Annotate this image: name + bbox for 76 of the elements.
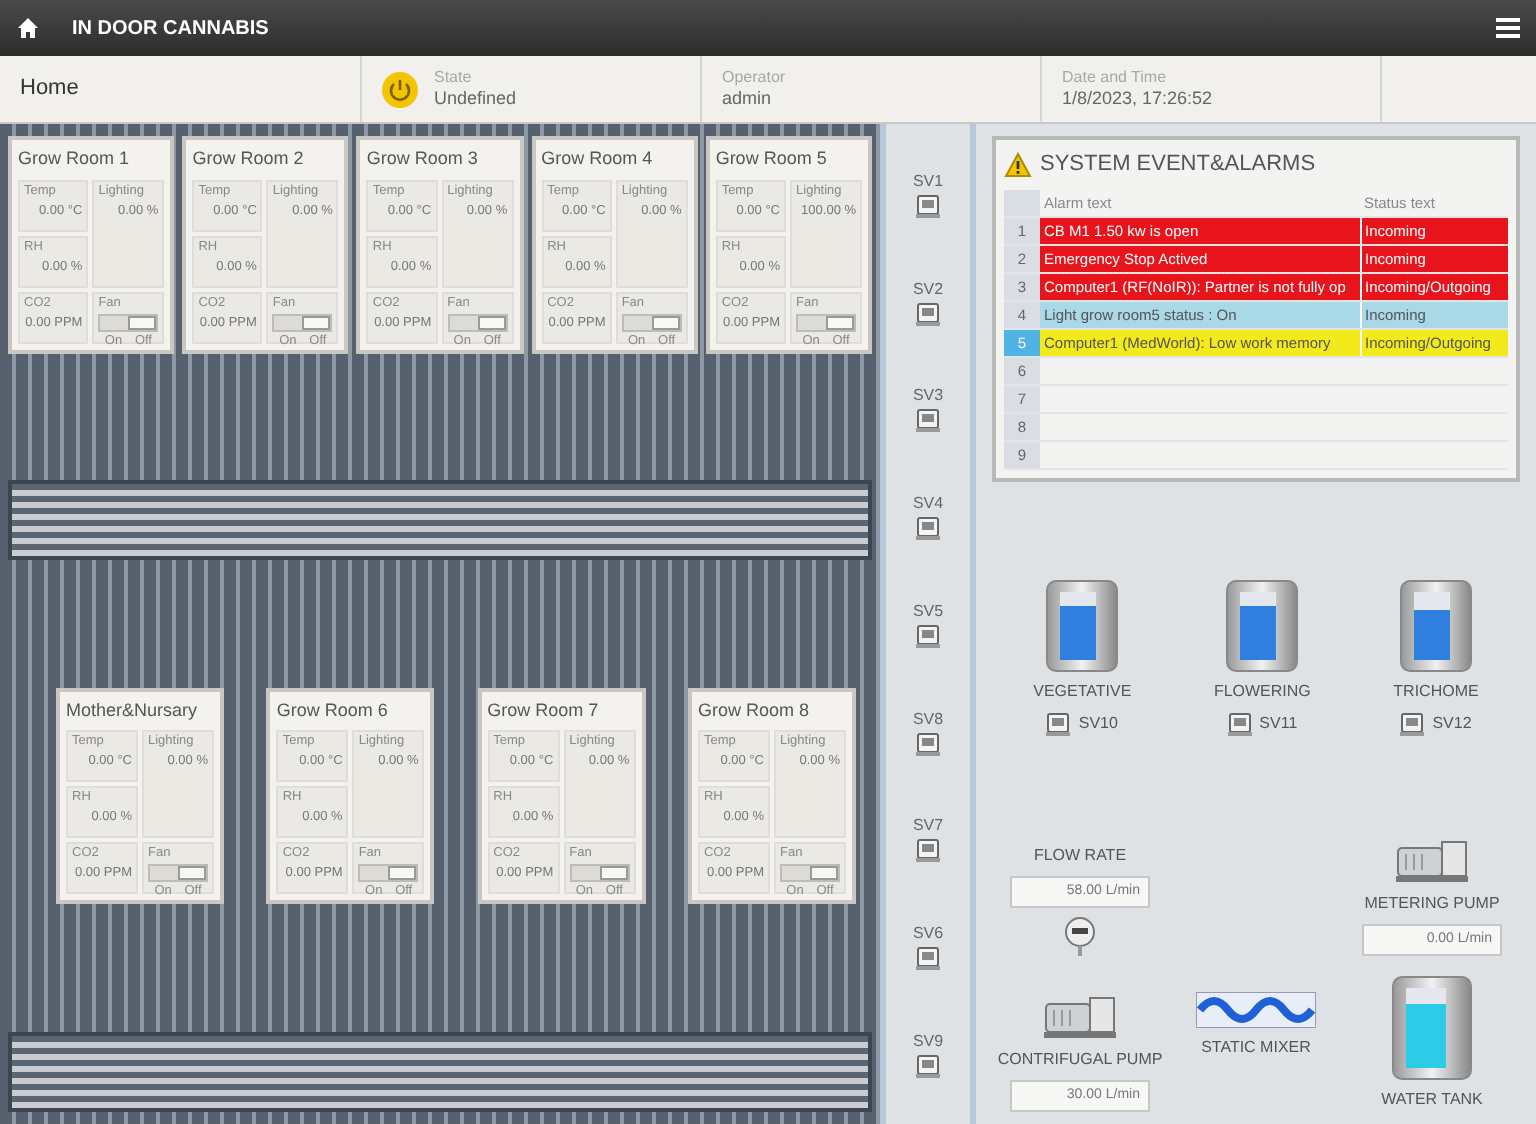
room-title: Grow Room 7: [487, 697, 601, 724]
tank-label: TRICHOME: [1393, 680, 1479, 705]
page-title: Home: [20, 74, 79, 105]
static-mixer-icon: [1196, 992, 1316, 1028]
fan-toggle[interactable]: [569, 864, 630, 883]
valve-icon[interactable]: [916, 516, 940, 541]
room-title: Grow Room 1: [18, 146, 132, 172]
pump-icon: [1044, 991, 1116, 1039]
fan-toggle[interactable]: [272, 313, 333, 332]
warning-icon: [1004, 151, 1032, 178]
valve-icon[interactable]: [916, 1054, 940, 1078]
pump-label: CONTRIFUGAL PUMP: [997, 1047, 1163, 1071]
field-label: Date and Time: [1062, 68, 1169, 88]
toggle-thumb[interactable]: [826, 315, 855, 330]
valve-label: SV9: [912, 1030, 944, 1054]
valve-label: SV8: [912, 707, 944, 732]
mixer-label: STATIC MIXER: [1201, 1036, 1311, 1060]
valve-label: SV6: [912, 922, 944, 947]
valve-label: SV10: [1078, 712, 1118, 737]
toggle-thumb[interactable]: [651, 315, 680, 330]
fan-toggle[interactable]: [98, 313, 159, 332]
toggle-thumb[interactable]: [128, 315, 157, 330]
valve-icon[interactable]: [916, 731, 940, 756]
valve-icon[interactable]: [916, 301, 940, 326]
valve-label: SV3: [912, 384, 944, 409]
toggle-thumb[interactable]: [599, 866, 628, 881]
field-value: Undefined: [434, 87, 517, 110]
room-title: Grow Room 2: [192, 146, 306, 172]
fan-toggle[interactable]: [447, 313, 508, 332]
valve-icon[interactable]: [1227, 712, 1252, 737]
valve-icon[interactable]: [916, 623, 940, 648]
valve-label: SV7: [912, 814, 944, 839]
fan-toggle[interactable]: [621, 313, 682, 332]
room-title: Grow Room 4: [541, 146, 655, 172]
flow-meter-icon: [1062, 916, 1098, 956]
room-title: Grow Room 5: [715, 146, 829, 172]
valve-icon[interactable]: [916, 408, 940, 433]
fan-toggle[interactable]: [796, 313, 857, 332]
valve-label: SV11: [1259, 712, 1298, 737]
valve-label: SV2: [912, 277, 944, 302]
room-title: Grow Room 8: [697, 697, 812, 724]
flow-rate-label: FLOW RATE: [1033, 843, 1127, 867]
valve-icon[interactable]: [1046, 712, 1071, 737]
app-title: IN DOOR CANNABIS: [72, 15, 269, 43]
field-label: Operator: [722, 68, 786, 88]
fan-toggle[interactable]: [779, 864, 840, 883]
fan-toggle[interactable]: [358, 864, 419, 883]
toggle-thumb[interactable]: [477, 315, 506, 330]
valve-label: SV4: [912, 492, 944, 517]
tank-label: WATER TANK: [1381, 1088, 1483, 1112]
valve-icon[interactable]: [1400, 712, 1425, 737]
fan-toggle[interactable]: [148, 864, 208, 883]
toggle-thumb[interactable]: [302, 315, 331, 330]
room-title: Grow Room 3: [366, 146, 480, 172]
tank-label: FLOWERING: [1213, 680, 1311, 705]
pump-icon: [1396, 835, 1468, 883]
room-title: Mother&Nursary: [66, 697, 200, 724]
valve-icon[interactable]: [916, 193, 940, 218]
tank-label: VEGETATIVE: [1033, 680, 1132, 705]
valve-label: SV1: [912, 169, 944, 194]
menu-icon[interactable]: [1496, 16, 1520, 40]
toggle-thumb[interactable]: [809, 866, 838, 881]
toggle-thumb[interactable]: [388, 866, 417, 881]
home-icon[interactable]: [16, 16, 40, 40]
valve-label: SV12: [1432, 712, 1472, 737]
room-title: Grow Room 6: [276, 697, 390, 724]
valve-label: SV5: [912, 599, 944, 624]
alarm-title: SYSTEM EVENT&ALARMS: [1040, 150, 1316, 180]
field-label: State: [434, 68, 474, 88]
valve-icon[interactable]: [916, 946, 940, 971]
field-value: admin: [722, 87, 774, 110]
pump-label: METERING PUMP: [1364, 891, 1500, 915]
field-value: 1/8/2023, 17:26:52: [1062, 87, 1213, 110]
power-icon: [382, 71, 418, 107]
valve-icon[interactable]: [916, 838, 940, 863]
toggle-thumb[interactable]: [178, 866, 206, 881]
